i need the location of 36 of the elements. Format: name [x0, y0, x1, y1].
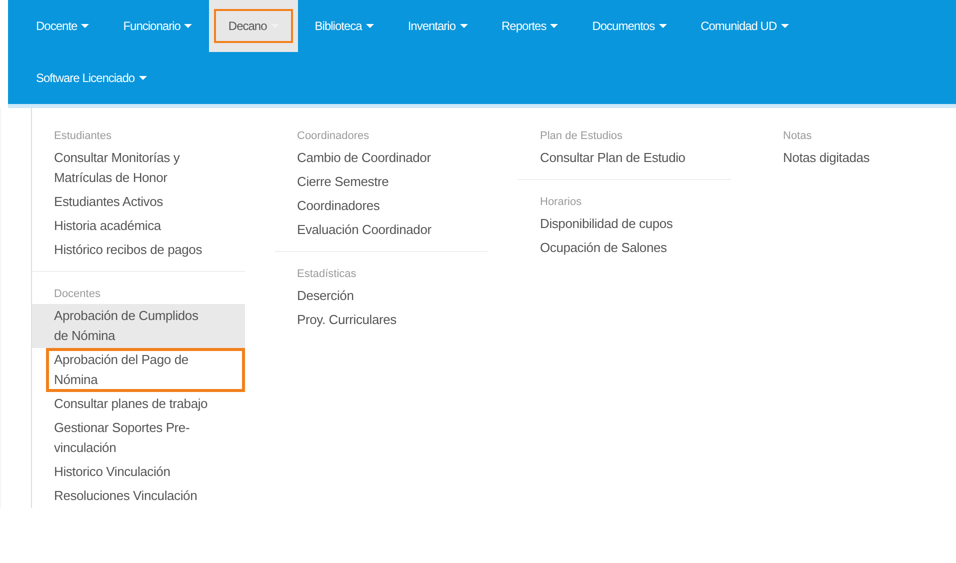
- menu-item[interactable]: Resoluciones Vinculación: [32, 484, 245, 508]
- menu-item[interactable]: Evaluación Coordinador: [275, 218, 488, 242]
- menu-item[interactable]: Aprobación del Pago de Nómina: [46, 348, 245, 392]
- menu-item[interactable]: Consultar Monitorías y Matrículas de Honor: [32, 146, 245, 190]
- group-heading: Docentes: [53, 287, 102, 302]
- group-heading: Notas: [782, 129, 813, 144]
- menu-item[interactable]: Cambio de Coordinador: [275, 146, 488, 170]
- menu-item[interactable]: Notas digitadas: [761, 146, 956, 170]
- group-heading: Estadísticas: [296, 267, 358, 282]
- group-heading: Plan de Estudios: [539, 129, 624, 144]
- caret-icon: [780, 24, 789, 28]
- caret-icon: [184, 24, 192, 28]
- menu-item[interactable]: Historia académica: [32, 214, 245, 238]
- menu-item[interactable]: Ocupación de Salones: [518, 236, 731, 260]
- menu-item[interactable]: Consultar Plan de Estudio: [518, 146, 731, 170]
- caret-icon: [366, 24, 374, 28]
- menu-item[interactable]: Proy. Curriculares: [275, 308, 488, 332]
- caret-icon: [460, 24, 468, 28]
- menu-item[interactable]: Deserción: [275, 284, 488, 308]
- menu-item[interactable]: Estudiantes Activos: [32, 190, 245, 214]
- caret-icon: [658, 24, 667, 28]
- caret-icon: [550, 24, 558, 28]
- menu-item[interactable]: Cierre Semestre: [275, 170, 488, 194]
- menu-item[interactable]: Aprobación de Cumplidos de Nómina: [32, 304, 245, 348]
- menu-item[interactable]: Coordinadores: [275, 194, 488, 218]
- group-heading: Estudiantes: [53, 129, 112, 144]
- caret-icon: [81, 24, 90, 28]
- menu-item[interactable]: Gestionar Soportes Pre-vinculación: [32, 416, 245, 460]
- nav-menu-item[interactable]: Decano: [209, 0, 298, 52]
- menu-item[interactable]: Disponibilidad de cupos: [518, 212, 731, 236]
- menu-item[interactable]: Histórico recibos de pagos: [32, 238, 245, 262]
- menu-item[interactable]: Consultar planes de trabajo: [32, 392, 245, 416]
- menu-item[interactable]: Historico Vinculación: [32, 460, 245, 484]
- group-heading: Horarios: [539, 195, 583, 210]
- group-heading: Coordinadores: [296, 129, 370, 144]
- caret-icon: [138, 76, 147, 80]
